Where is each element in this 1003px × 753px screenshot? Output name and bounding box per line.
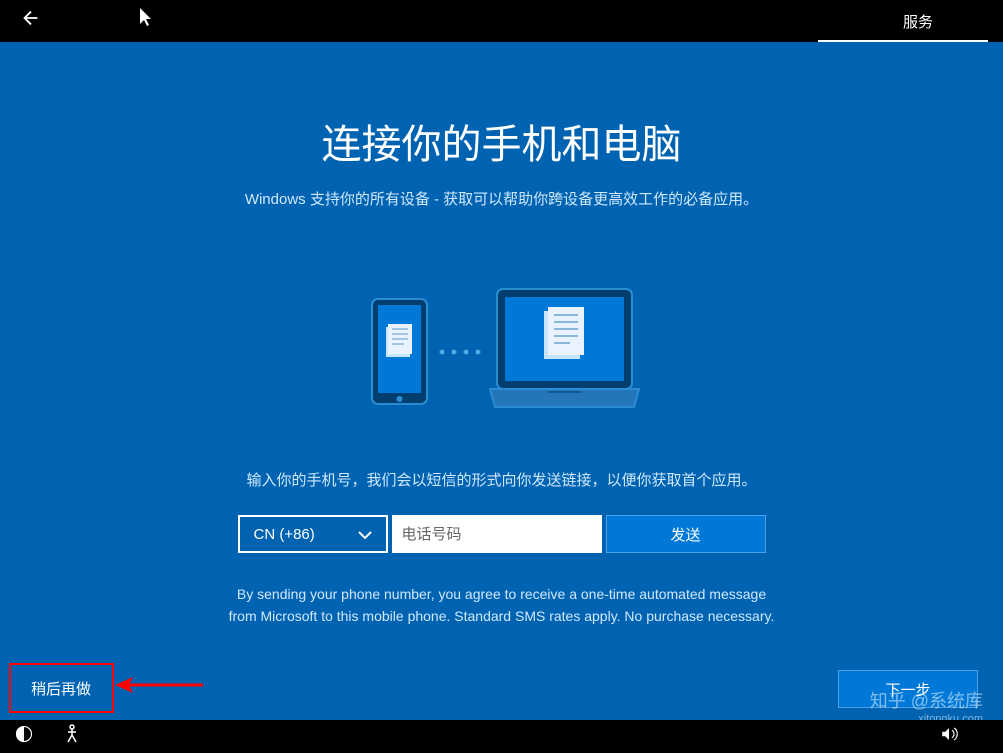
country-code-select[interactable]: CN (+86) bbox=[238, 515, 388, 553]
send-button[interactable]: 发送 bbox=[606, 515, 766, 553]
main-content: 连接你的手机和电脑 Windows 支持你的所有设备 - 获取可以帮助你跨设备更… bbox=[0, 42, 1003, 628]
chevron-down-icon bbox=[358, 526, 372, 543]
do-later-button[interactable]: 稍后再做 bbox=[15, 669, 107, 707]
phone-number-input[interactable] bbox=[392, 515, 602, 553]
country-code-value: CN (+86) bbox=[254, 526, 315, 543]
phone-input-row: CN (+86) 发送 bbox=[0, 515, 1003, 553]
title-bar: 服务 bbox=[0, 0, 1003, 42]
page-subheading: Windows 支持你的所有设备 - 获取可以帮助你跨设备更高效工作的必备应用。 bbox=[0, 188, 1003, 209]
services-underline bbox=[818, 40, 988, 42]
instruction-text: 输入你的手机号，我们会以短信的形式向你发送链接，以便你获取首个应用。 bbox=[0, 469, 1003, 490]
next-button[interactable]: 下一步 bbox=[838, 670, 978, 708]
disclaimer-line1: By sending your phone number, you agree … bbox=[0, 583, 1003, 605]
bottom-bar bbox=[0, 720, 1003, 753]
page-heading: 连接你的手机和电脑 bbox=[0, 112, 1003, 170]
annotation-arrow-icon bbox=[115, 675, 205, 695]
ease-of-access-icon[interactable] bbox=[15, 725, 33, 748]
phone-pc-illustration bbox=[0, 279, 1003, 429]
back-arrow-icon[interactable] bbox=[20, 7, 42, 35]
cursor-icon bbox=[140, 8, 156, 33]
disclaimer-line2: from Microsoft to this mobile phone. Sta… bbox=[0, 605, 1003, 627]
speaker-icon[interactable] bbox=[940, 725, 958, 748]
accessibility-icon[interactable] bbox=[63, 724, 81, 749]
services-label[interactable]: 服务 bbox=[903, 11, 933, 32]
